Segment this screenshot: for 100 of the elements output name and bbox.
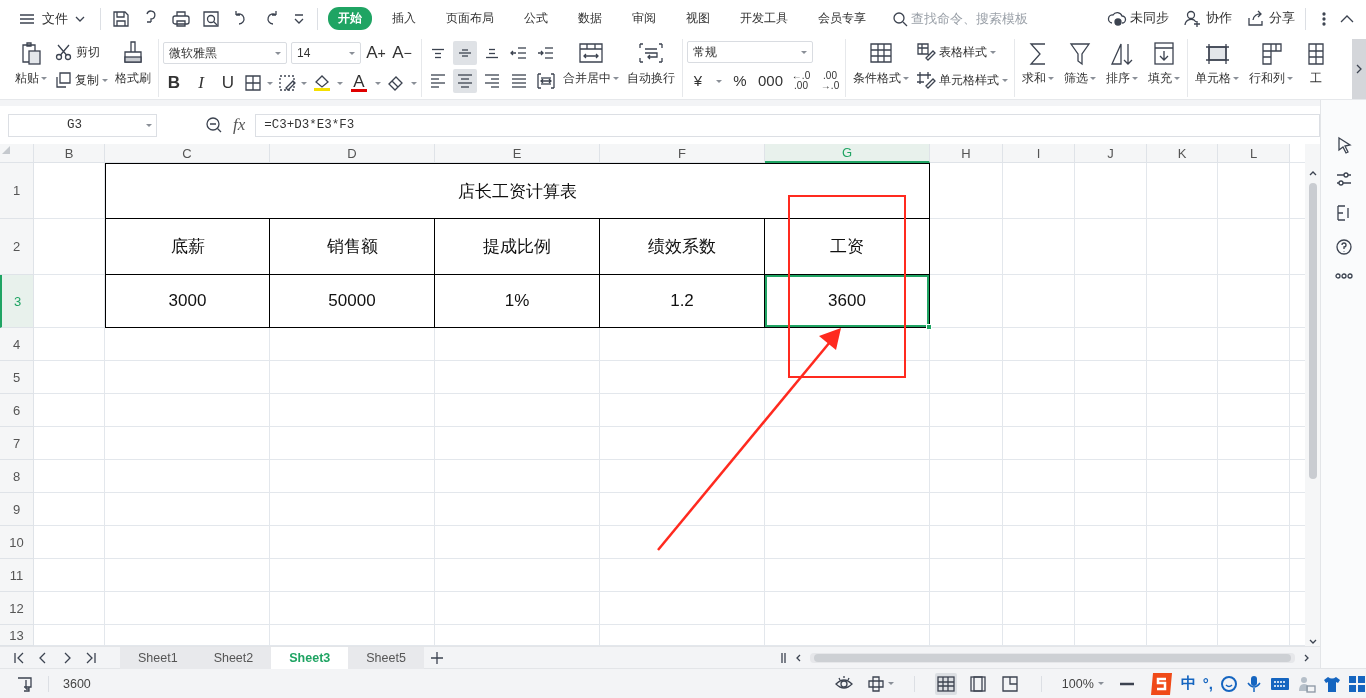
row-header[interactable]: 11 [0,559,34,592]
microphone-icon[interactable] [1245,674,1263,693]
increase-decimal-button[interactable]: ←.0 .00 [790,69,813,93]
formula-field[interactable]: =C3+D3*E3*F3 [255,113,1320,137]
add-sheet-icon[interactable] [429,650,444,665]
scroll-right-icon[interactable] [1303,652,1310,663]
percent-button[interactable]: % [729,69,751,93]
shirt-icon[interactable] [1323,674,1341,693]
wrap-text-button[interactable]: 自动换行 [624,39,678,88]
number-format-field[interactable]: 常规 [687,41,813,63]
ribbon-tab[interactable]: 公式 [514,7,558,30]
row-header[interactable]: 2 [0,219,34,275]
sliders-icon[interactable] [1334,170,1353,188]
row-header[interactable]: 12 [0,592,34,625]
scroll-down-icon[interactable] [1307,638,1318,646]
column-header[interactable]: D [270,144,435,163]
help-icon[interactable] [1334,238,1353,256]
column-header[interactable]: J [1075,144,1147,163]
column-header[interactable]: B [34,144,105,163]
column-header[interactable]: F [600,144,765,163]
sheet-tab[interactable]: Sheet2 [195,646,272,669]
row-header[interactable]: 4 [0,328,34,361]
sort-button[interactable]: 排序 [1103,39,1142,88]
fill-color-icon[interactable] [312,73,332,93]
print-icon[interactable] [171,8,191,29]
font-size-field[interactable]: 14 [291,42,361,64]
row-header[interactable]: 9 [0,493,34,526]
save-icon[interactable] [111,8,131,29]
font-color-button[interactable]: A [348,71,370,95]
preview-icon[interactable] [201,8,221,29]
column-header[interactable]: C [105,144,270,163]
row-header[interactable]: 8 [0,460,34,493]
ribbon-tab[interactable]: 审阅 [622,7,666,30]
fill-button[interactable]: 填充 [1145,39,1184,88]
row-header[interactable]: 10 [0,526,34,559]
column-header[interactable]: E [435,144,600,163]
conditional-format-button[interactable]: 条件格式 [850,39,913,88]
scroll-up-icon[interactable] [1307,169,1318,177]
cell-button[interactable]: 单元格 [1192,39,1243,88]
splitter-icon[interactable] [780,651,787,664]
row-header[interactable]: 1 [0,163,34,219]
scrollbar-thumb[interactable] [1308,183,1317,479]
apps-icon[interactable] [1348,674,1366,693]
more-icon[interactable] [1334,272,1353,280]
copy-button[interactable]: 复制 [52,69,110,91]
format-painter-button[interactable]: 格式刷 [112,39,154,88]
worksheet-button[interactable]: 工 [1300,39,1333,88]
file-menu[interactable]: 文件 [14,9,90,28]
ribbon-tab[interactable]: 开发工具 [730,7,798,30]
ime-punctuation[interactable]: °, [1202,675,1213,692]
cut-button[interactable]: 剪切 [52,41,110,63]
column-header[interactable]: I [1003,144,1075,163]
ime-logo-icon[interactable] [1149,670,1174,697]
scrollbar-thumb[interactable] [814,653,1291,662]
border-icon[interactable] [244,74,262,92]
first-sheet-icon[interactable] [12,650,26,665]
filter-button[interactable]: 筛选 [1061,39,1100,88]
scroll-left-icon[interactable] [795,652,802,663]
share-button[interactable]: 分享 [1246,8,1295,29]
ribbon-tab[interactable]: 数据 [568,7,612,30]
merge-button[interactable]: 合并居中 [560,39,622,88]
ribbon-tab[interactable]: 页面布局 [436,7,504,30]
normal-view-button[interactable] [934,672,957,695]
sheet-tab[interactable]: Sheet1 [120,646,196,669]
zoom-out-icon[interactable] [205,116,223,134]
zoom-dropdown[interactable]: 100% [1061,676,1104,691]
fill-handle[interactable] [926,324,932,330]
decrease-decimal-button[interactable]: .00 →.0 [819,69,842,93]
row-header[interactable]: 13 [0,625,34,646]
row-header[interactable]: 5 [0,361,34,394]
thousands-button[interactable]: 000 [758,69,784,93]
underline-button[interactable]: U [217,71,239,95]
search-field[interactable]: 查找命令、搜索模板 [892,10,1061,27]
row-column-button[interactable]: 行和列 [1246,39,1297,88]
row-header[interactable]: 7 [0,427,34,460]
collab-button[interactable]: 协作 [1183,8,1232,29]
table-style-button[interactable]: 表格样式 [914,41,1011,63]
function-label[interactable]: fx [233,115,246,135]
last-sheet-icon[interactable] [84,650,98,665]
sum-button[interactable]: 求和 [1019,39,1058,88]
column-header[interactable]: K [1147,144,1218,163]
italic-button[interactable]: I [190,71,212,95]
cell-style-button[interactable]: 单元格样式 [914,69,1011,91]
smiley-icon[interactable] [1220,674,1238,693]
ime-language[interactable]: 中 [1180,674,1196,693]
currency-button[interactable]: ¥ [687,69,709,93]
ribbon-tab[interactable]: 视图 [676,7,720,30]
name-box[interactable]: G3 [8,113,157,137]
cell-format-icon[interactable] [278,74,296,92]
sheet-tab[interactable]: Sheet5 [348,646,424,669]
column-header[interactable]: H [930,144,1003,163]
font-name-field[interactable]: 微软雅黑 [163,42,287,64]
column-header[interactable]: L [1218,144,1290,163]
row-header[interactable]: 6 [0,394,34,427]
paste-button[interactable]: 粘贴 [12,39,50,88]
ribbon-tab[interactable]: 会员专享 [808,7,876,30]
sync-button[interactable]: 未同步 [1107,8,1169,29]
bold-button[interactable]: B [163,71,185,95]
crosshair-icon[interactable] [866,674,885,693]
ribbon-tab[interactable]: 插入 [382,7,426,30]
